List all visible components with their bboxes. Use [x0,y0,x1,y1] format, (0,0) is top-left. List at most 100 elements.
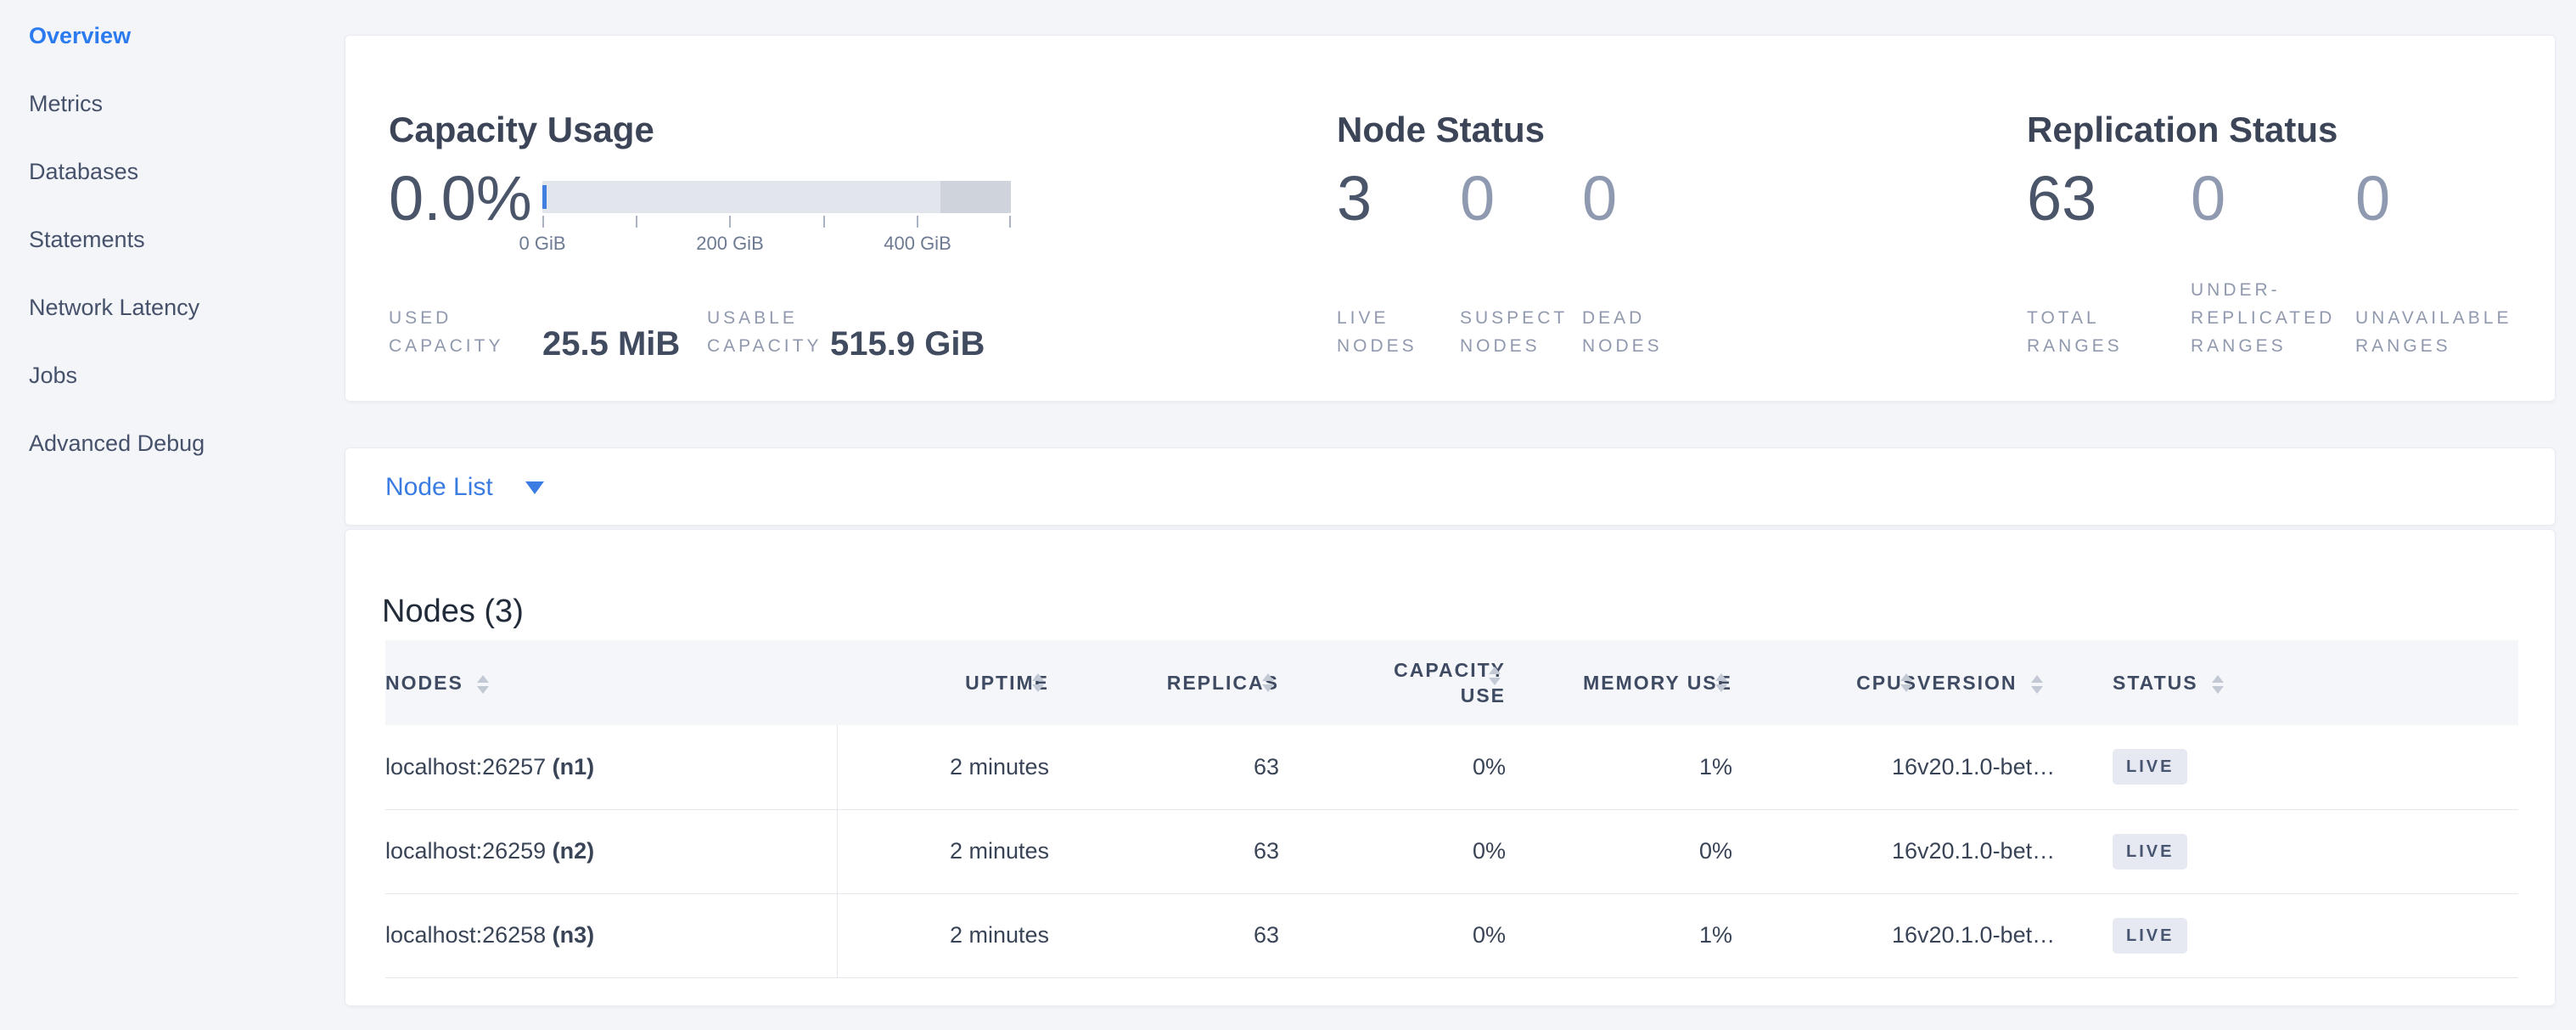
nodes-table-card: Nodes (3) NODES UPTIMEREPLICASCAPACITY US… [345,529,2556,1006]
view-selector-card: Node List [345,447,2556,526]
column-header-memory-use[interactable]: MEMORY USE [1506,640,1732,725]
nodes-table: NODES UPTIMEREPLICASCAPACITY USE MEMORY US… [385,640,2518,978]
capacity-used-percent: 0.0% [389,165,532,233]
cell-cpus: 16 [1732,809,1917,893]
cell-nodes: localhost:26258 (n3) [385,893,837,977]
cell-nodes: localhost:26257 (n1) [385,725,837,809]
column-header-label: VERSION [1917,672,2018,694]
status-badge: LIVE [2113,749,2187,785]
cell-uptime: 2 minutes [837,809,1049,893]
node-list-dropdown-label: Node List [385,473,493,502]
column-header-label: STATUS [2113,672,2198,694]
dead-nodes-label: DEAD NODES [1582,304,1663,360]
status-badge: LIVE [2113,834,2187,870]
column-header-capacity-use[interactable]: CAPACITY USE [1279,640,1506,725]
chevron-down-icon [525,481,544,494]
sort-icon [477,675,489,694]
capacity-other-data-segment [940,181,1011,213]
usable-capacity-label: USABLE CAPACITY [707,304,822,360]
node-address[interactable]: localhost:26258 [385,922,546,948]
sort-icon [1489,667,1501,685]
replication-status-title: Replication Status [2027,111,2337,149]
sidebar-item-statements[interactable]: Statements [29,222,317,256]
cell-replicas: 63 [1049,809,1279,893]
cell-cpus: 16 [1732,893,1917,977]
dead-nodes-count: 0 [1582,165,1617,233]
table-row[interactable]: localhost:26258 (n3)2 minutes630%1%16v20… [385,893,2518,977]
column-header-nodes[interactable]: NODES [385,640,837,725]
total-ranges-label: TOTAL RANGES [2027,304,2123,360]
column-header-label: MEMORY USE [1583,672,1732,694]
node-id: (n2) [553,838,595,864]
capacity-axis-labels: 0 GiB 200 GiB 400 GiB [542,233,1011,258]
cluster-summary-card: Capacity Usage 0.0% 0 GiB 200 GiB 400 Gi… [345,35,2556,402]
under-replicated-ranges-count: 0 [2191,165,2225,233]
node-list-dropdown[interactable]: Node List [385,448,544,526]
cell-memory_use: 1% [1506,725,1732,809]
node-id: (n1) [553,754,595,780]
sort-icon [1715,673,1727,692]
suspect-nodes-label: SUSPECT NODES [1460,304,1568,360]
sort-icon [2031,675,2043,694]
capacity-axis-ticks [542,216,1011,228]
capacity-used-segment [542,185,547,209]
cell-version: v20.1.0-bet… [1917,893,2113,977]
sort-icon [1900,673,1912,692]
table-row[interactable]: localhost:26257 (n1)2 minutes630%1%16v20… [385,725,2518,809]
column-header-uptime[interactable]: UPTIME [837,640,1049,725]
sort-icon [1262,673,1274,692]
sidebar-item-network-latency[interactable]: Network Latency [29,290,317,324]
used-capacity-label: USED CAPACITY [389,304,503,360]
cell-cpus: 16 [1732,725,1917,809]
node-id: (n3) [553,922,595,948]
cell-uptime: 2 minutes [837,725,1049,809]
node-status-title: Node Status [1337,111,1545,149]
column-header-cpus[interactable]: CPUS [1732,640,1917,725]
column-header-version[interactable]: VERSION [1917,640,2113,725]
cell-status: LIVE [2113,893,2518,977]
nodes-heading: Nodes (3) [382,591,524,632]
axis-label-400gib: 400 GiB [884,233,951,255]
capacity-usage-title: Capacity Usage [389,111,654,149]
sort-icon [2212,675,2224,694]
column-header-status[interactable]: STATUS [2113,640,2518,725]
usable-capacity-value: 515.9 GiB [830,324,985,363]
overview-page: Overview Metrics Databases Statements Networ… [0,0,2576,1030]
node-address[interactable]: localhost:26259 [385,838,546,864]
cell-replicas: 63 [1049,893,1279,977]
under-replicated-ranges-label: UNDER- REPLICATED RANGES [2191,276,2335,360]
total-ranges-count: 63 [2027,165,2096,233]
capacity-usage-bar [542,181,1011,213]
unavailable-ranges-count: 0 [2355,165,2390,233]
sidebar-item-databases[interactable]: Databases [29,155,317,189]
live-nodes-label: LIVE NODES [1337,304,1417,360]
cell-nodes: localhost:26259 (n2) [385,809,837,893]
cell-version: v20.1.0-bet… [1917,725,2113,809]
table-row[interactable]: localhost:26259 (n2)2 minutes630%0%16v20… [385,809,2518,893]
sidebar-item-overview[interactable]: Overview [29,19,317,53]
sort-icon [1032,673,1044,692]
axis-label-0gib: 0 GiB [519,233,565,255]
cell-uptime: 2 minutes [837,893,1049,977]
unavailable-ranges-label: UNAVAILABLE RANGES [2355,304,2511,360]
status-badge: LIVE [2113,918,2187,954]
sidebar-nav: Overview Metrics Databases Statements Networ… [29,19,317,494]
axis-label-200gib: 200 GiB [696,233,764,255]
node-address[interactable]: localhost:26257 [385,754,546,780]
table-header-row: NODES UPTIMEREPLICASCAPACITY USE MEMORY US… [385,640,2518,725]
cell-status: LIVE [2113,809,2518,893]
used-capacity-value: 25.5 MiB [542,324,680,363]
column-header-replicas[interactable]: REPLICAS [1049,640,1279,725]
suspect-nodes-count: 0 [1460,165,1495,233]
sidebar-item-advanced-debug[interactable]: Advanced Debug [29,426,317,460]
sidebar-item-jobs[interactable]: Jobs [29,358,317,392]
cell-capacity_use: 0% [1279,893,1506,977]
cell-replicas: 63 [1049,725,1279,809]
cell-status: LIVE [2113,725,2518,809]
sidebar-item-metrics[interactable]: Metrics [29,87,317,121]
table-body: localhost:26257 (n1)2 minutes630%1%16v20… [385,725,2518,977]
cell-capacity_use: 0% [1279,809,1506,893]
cell-version: v20.1.0-bet… [1917,809,2113,893]
column-header-label: NODES [385,672,463,694]
live-nodes-count: 3 [1337,165,1372,233]
